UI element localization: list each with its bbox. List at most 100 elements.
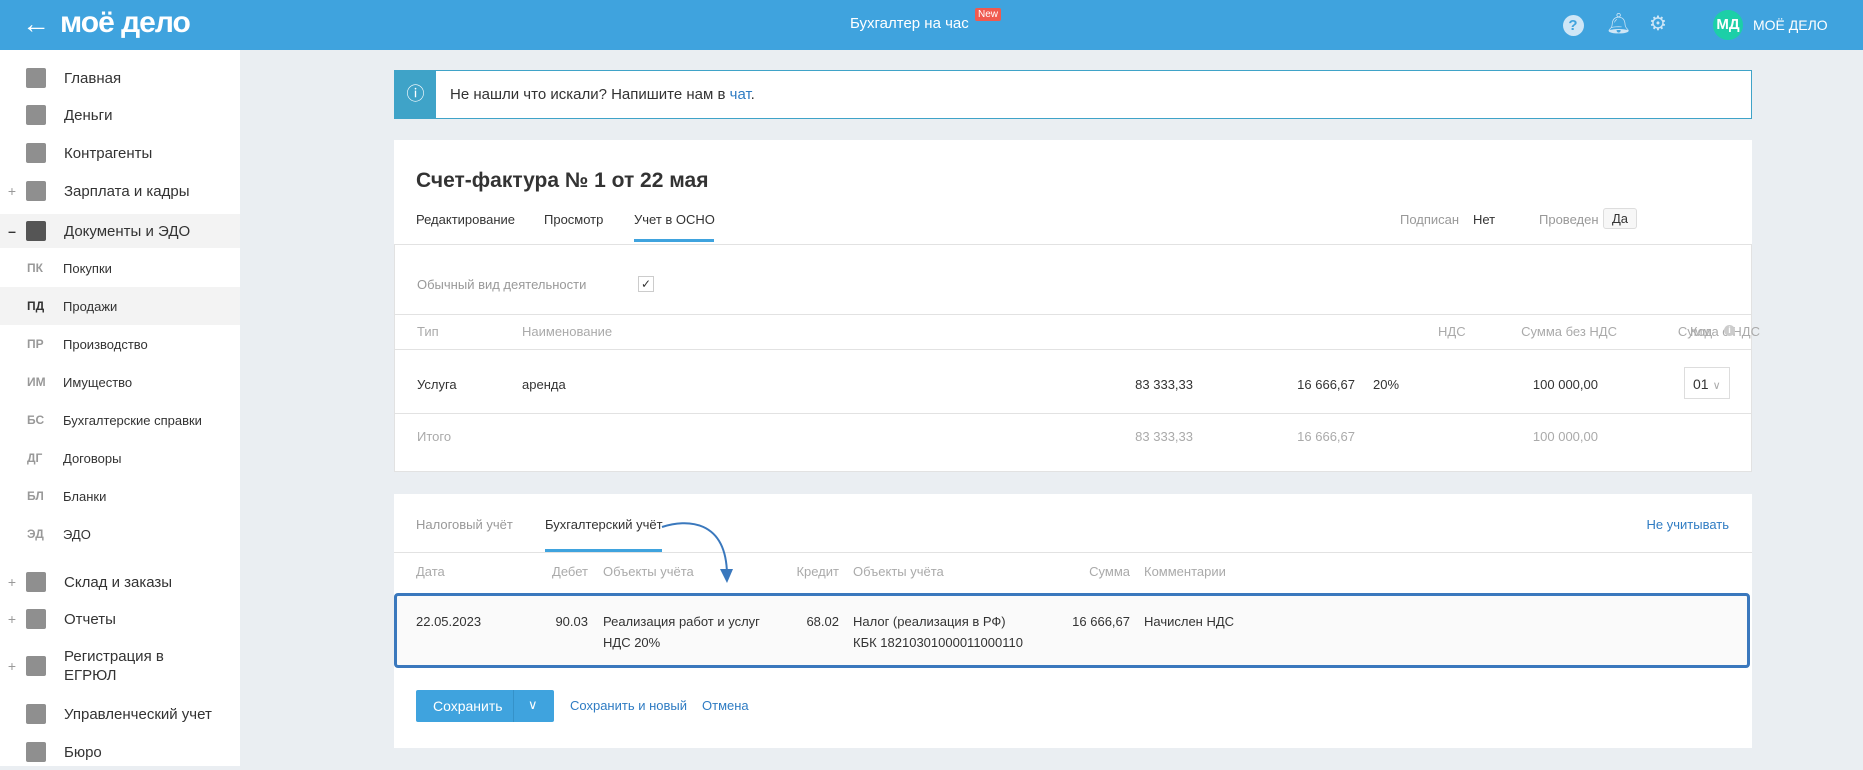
logo[interactable]: моё дело <box>60 6 191 40</box>
sidebar-sub-forms[interactable]: БЛ Бланки <box>0 477 240 515</box>
tab-bookkeeping[interactable]: Бухгалтерский учёт <box>545 517 663 532</box>
save-button[interactable]: Сохранить ∨ <box>416 690 554 722</box>
home-icon <box>26 68 46 88</box>
expand-icon[interactable]: + <box>0 574 24 590</box>
row-vat: 16 666,67 <box>1297 377 1355 392</box>
table-row[interactable]: 22.05.2023 90.03 Реализация работ и услу… <box>394 593 1750 668</box>
totals-sum: 83 333,33 <box>1135 429 1193 444</box>
code-select[interactable]: 01 ∨ <box>1684 367 1730 399</box>
invoice-card: Счет-фактура № 1 от 22 мая Редактировани… <box>394 140 1760 472</box>
tab-view[interactable]: Просмотр <box>544 212 603 227</box>
bell-icon[interactable]: 🔔︎ <box>1606 13 1631 35</box>
exclude-link[interactable]: Не учитывать <box>1647 517 1730 532</box>
save-and-new-link[interactable]: Сохранить и новый <box>570 698 687 713</box>
code-info-icon[interactable]: i <box>1724 325 1735 336</box>
expand-icon[interactable]: + <box>0 183 24 199</box>
chevron-down-icon: ∨ <box>1712 380 1721 392</box>
sidebar-sub-accounting-notes[interactable]: БС Бухгалтерские справки <box>0 401 240 439</box>
sidebar-sub-property[interactable]: ИМ Имущество <box>0 363 240 401</box>
registration-icon <box>26 656 46 676</box>
entry-credit: 68.02 <box>806 614 839 629</box>
col-vat: НДС <box>1438 324 1466 339</box>
col-credit: Кредит <box>796 564 839 579</box>
sidebar-item-reports[interactable]: + Отчеты <box>0 601 240 637</box>
expand-icon[interactable]: + <box>0 611 24 627</box>
row-name: аренда <box>522 377 566 392</box>
briefcase-icon <box>26 742 46 762</box>
accountant-per-hour-link[interactable]: Бухгалтер на час <box>850 15 969 32</box>
info-banner: ⓘ Не нашли что искали? Напишите нам в ча… <box>394 70 1752 119</box>
cancel-link[interactable]: Отмена <box>702 698 749 713</box>
abbr: ДГ <box>27 451 43 465</box>
col-name: Наименование <box>522 324 613 339</box>
money-icon <box>26 105 46 125</box>
sidebar-item-salary[interactable]: + Зарплата и кадры <box>0 173 240 209</box>
tab-edit[interactable]: Редактирование <box>416 212 515 227</box>
sidebar-item-documents[interactable]: – Документы и ЭДО <box>0 214 240 248</box>
accounting-card: Налоговый учёт Бухгалтерский учёт Не учи… <box>394 494 1752 748</box>
entry-date: 22.05.2023 <box>416 614 482 629</box>
entry-credit-object: Налог (реализация в РФ) <box>853 614 1006 629</box>
back-arrow-icon[interactable]: ← <box>22 8 50 40</box>
signed-label: Подписан <box>1400 212 1460 227</box>
chevron-down-icon[interactable]: ∨ <box>528 697 538 713</box>
sidebar-item-bureau[interactable]: Бюро <box>0 734 240 770</box>
label: Производство <box>63 336 148 352</box>
abbr: БЛ <box>27 489 44 503</box>
sidebar-item-label: Контрагенты <box>64 144 153 162</box>
sidebar-sub-production[interactable]: ПР Производство <box>0 325 240 363</box>
gear-icon[interactable]: ⚙ <box>1647 13 1669 35</box>
entry-debit-object: Реализация работ и услуг <box>603 614 760 629</box>
sidebar-item-contractors[interactable]: Контрагенты <box>0 135 240 171</box>
sidebar-item-label: Отчеты <box>64 610 116 628</box>
col-total: Сумма с НДС <box>1677 324 1760 339</box>
sidebar-item-label: Главная <box>64 69 122 87</box>
signed-value[interactable]: Нет <box>1473 212 1495 227</box>
totals-label: Итого <box>417 429 452 444</box>
col-credit-objects: Объекты учёта <box>853 564 944 579</box>
info-icon: ⓘ <box>395 71 436 118</box>
sidebar-item-warehouse[interactable]: + Склад и заказы <box>0 564 240 600</box>
help-icon[interactable]: ? <box>1562 13 1584 36</box>
col-code: Код <box>1690 324 1713 339</box>
sidebar-item-money[interactable]: Деньги <box>0 97 240 133</box>
page-title: Счет-фактура № 1 от 22 мая <box>416 169 709 192</box>
user-name[interactable]: МОЁ ДЕЛО <box>1753 17 1828 33</box>
entry-debit: 90.03 <box>555 614 588 629</box>
ruble-icon <box>26 704 46 724</box>
col-debit: Дебет <box>552 564 588 579</box>
avatar[interactable]: МД <box>1713 10 1743 40</box>
code-value: 01 <box>1693 376 1709 392</box>
activity-checkbox[interactable]: ✓ <box>638 276 654 292</box>
save-label: Сохранить <box>433 698 503 714</box>
folder-icon <box>26 221 46 241</box>
sidebar-sub-contracts[interactable]: ДГ Договоры <box>0 439 240 477</box>
abbr: ПР <box>27 337 44 351</box>
active-tab-indicator <box>634 239 714 242</box>
collapse-icon[interactable]: – <box>0 223 24 239</box>
col-date: Дата <box>416 564 445 579</box>
sidebar-item-registration[interactable]: + Регистрация в ЕГРЮЛ <box>0 642 240 690</box>
col-type: Тип <box>417 324 439 339</box>
sidebar-item-label: Управленческий учет <box>64 705 212 723</box>
info-text: Не нашли что искали? Напишите нам в <box>450 86 730 103</box>
abbr: ИМ <box>27 375 46 389</box>
sidebar-sub-edo[interactable]: ЭД ЭДО <box>0 515 240 553</box>
activity-label: Обычный вид деятельности <box>417 277 587 292</box>
sidebar-item-label: Документы и ЭДО <box>64 222 191 240</box>
sidebar-sub-purchases[interactable]: ПК Покупки <box>0 249 240 287</box>
tab-osno[interactable]: Учет в ОСНО <box>634 212 715 227</box>
warehouse-icon <box>26 572 46 592</box>
chat-link[interactable]: чат <box>730 86 751 103</box>
posted-toggle[interactable]: Да <box>1603 208 1638 229</box>
sidebar-sub-sales[interactable]: ПД Продажи <box>0 287 240 325</box>
expand-icon[interactable]: + <box>0 658 24 674</box>
tab-tax-accounting[interactable]: Налоговый учёт <box>416 517 513 532</box>
abbr: БС <box>27 413 45 427</box>
sidebar-item-management[interactable]: Управленческий учет <box>0 696 240 732</box>
label: Имущество <box>63 374 133 390</box>
row-total: 100 000,00 <box>1532 377 1598 392</box>
label: ЭДО <box>63 526 91 542</box>
sidebar-item-label: Склад и заказы <box>64 573 173 591</box>
sidebar-item-home[interactable]: Главная <box>0 60 240 96</box>
